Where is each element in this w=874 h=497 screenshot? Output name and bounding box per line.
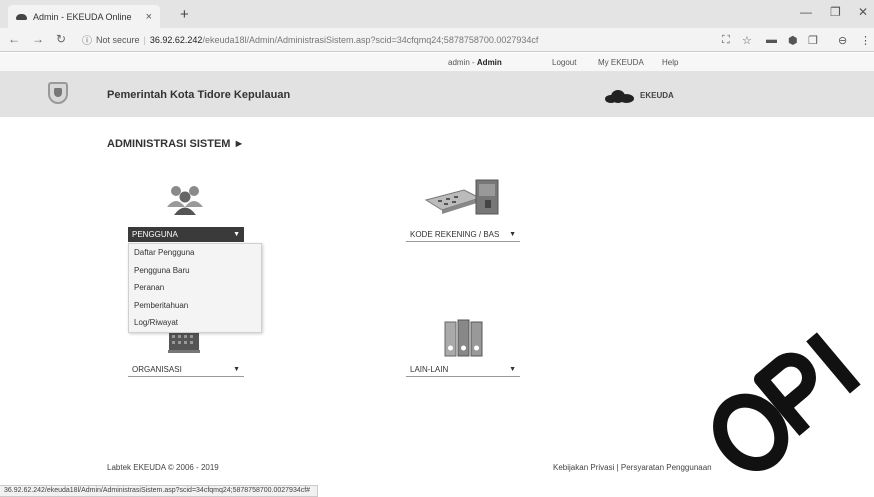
- user-prefix: admin -: [448, 58, 477, 67]
- caret-down-icon: ▼: [509, 365, 516, 373]
- url-field[interactable]: ⓘ Not secure | 36.92.62.242 /ekeuda18l/A…: [82, 31, 702, 48]
- pengguna-label: PENGGUNA: [132, 230, 178, 239]
- close-window-icon[interactable]: ✕: [858, 5, 868, 19]
- tab-title: Admin - EKEUDA Online: [33, 11, 132, 22]
- site-top-nav: admin - Admin Logout My EKEUDA Help: [0, 53, 874, 72]
- help-link[interactable]: Help: [662, 58, 678, 67]
- logout-link[interactable]: Logout: [552, 58, 576, 67]
- tab-close-button[interactable]: ×: [146, 11, 152, 23]
- profile-icon[interactable]: ⊖: [838, 34, 847, 47]
- browser-status-bar: 36.92.62.242/ekeuda18l/Admin/Administras…: [0, 485, 318, 497]
- lain-lain-dropdown-button[interactable]: LAIN-LAIN ▼: [406, 362, 520, 377]
- url-host: 36.92.62.242: [149, 34, 203, 45]
- back-arrow-icon[interactable]: ←: [8, 32, 20, 46]
- ekeuda-cloud-logo-icon: [603, 90, 635, 103]
- organisasi-label: ORGANISASI: [132, 364, 182, 374]
- translate-icon[interactable]: ⛶: [722, 34, 730, 47]
- current-user: admin - Admin: [448, 58, 502, 67]
- menu-item-pemberitahuan[interactable]: Pemberitahuan: [129, 297, 261, 315]
- user-role: Admin: [476, 58, 502, 67]
- pengguna-dropdown-button[interactable]: PENGGUNA ▼: [128, 227, 244, 242]
- extension-icon[interactable]: ▬: [766, 34, 777, 46]
- calculator-cashbox-icon: [424, 179, 499, 215]
- organisasi-dropdown-button[interactable]: ORGANISASI ▼: [128, 362, 244, 377]
- ekeuda-logo-text: EKEUDA: [640, 91, 674, 100]
- page-title: ADMINISTRASI SISTEM ►: [107, 138, 245, 150]
- info-icon[interactable]: ⓘ: [82, 32, 92, 47]
- users-group-icon: [167, 186, 203, 215]
- minimize-icon[interactable]: —: [800, 5, 812, 19]
- government-emblem-icon: [48, 82, 68, 104]
- bookmark-star-icon[interactable]: ☆: [742, 34, 752, 47]
- shield-extension-icon[interactable]: ⬢: [788, 34, 798, 47]
- cast-icon[interactable]: ❐: [808, 34, 818, 47]
- menu-item-pengguna-baru[interactable]: Pengguna Baru: [129, 262, 261, 280]
- pengguna-dropdown-menu: Daftar Pengguna Pengguna Baru Peranan Pe…: [128, 243, 262, 333]
- address-bar-row: ← → ↻ ⓘ Not secure | 36.92.62.242 /ekeud…: [0, 28, 874, 52]
- restore-icon[interactable]: ❐: [830, 5, 841, 19]
- menu-item-log-riwayat[interactable]: Log/Riwayat: [129, 314, 261, 332]
- url-separator: |: [143, 34, 146, 45]
- forward-arrow-icon[interactable]: →: [32, 32, 44, 46]
- menu-item-daftar-pengguna[interactable]: Daftar Pengguna: [129, 244, 261, 262]
- kode-rekening-label: KODE REKENING / BAS: [410, 229, 500, 239]
- url-path: /ekeuda18l/Admin/AdministrasiSistem.asp?…: [202, 34, 539, 45]
- site-header: Pemerintah Kota Tidore Kepulauan EKEUDA: [0, 72, 874, 117]
- caret-down-icon: ▼: [233, 365, 240, 373]
- browser-tab[interactable]: Admin - EKEUDA Online ×: [8, 5, 160, 28]
- government-title: Pemerintah Kota Tidore Kepulauan: [107, 89, 291, 101]
- footer-copyright: Labtek EKEUDA © 2006 - 2019: [107, 463, 219, 472]
- cloud-favicon-icon: [16, 13, 27, 20]
- caret-down-icon: ▼: [233, 231, 240, 238]
- browser-tab-bar: Admin - EKEUDA Online × + — ❐ ✕: [0, 0, 874, 28]
- menu-item-peranan[interactable]: Peranan: [129, 279, 261, 297]
- footer-links[interactable]: Kebijakan Privasi | Persyaratan Pengguna…: [553, 463, 712, 472]
- not-secure-label: Not secure: [96, 34, 140, 45]
- reload-icon[interactable]: ↻: [56, 32, 66, 46]
- lain-lain-label: LAIN-LAIN: [410, 364, 449, 374]
- watermark-stamp-icon: [713, 332, 861, 471]
- browser-menu-icon[interactable]: ⋮: [860, 34, 871, 47]
- binders-icon: [444, 319, 483, 357]
- caret-down-icon: ▼: [509, 230, 516, 238]
- new-tab-button[interactable]: +: [180, 6, 189, 23]
- kode-rekening-dropdown-button[interactable]: KODE REKENING / BAS ▼: [406, 227, 520, 242]
- building-icon: [168, 332, 200, 353]
- my-ekeuda-link[interactable]: My EKEUDA: [598, 58, 644, 67]
